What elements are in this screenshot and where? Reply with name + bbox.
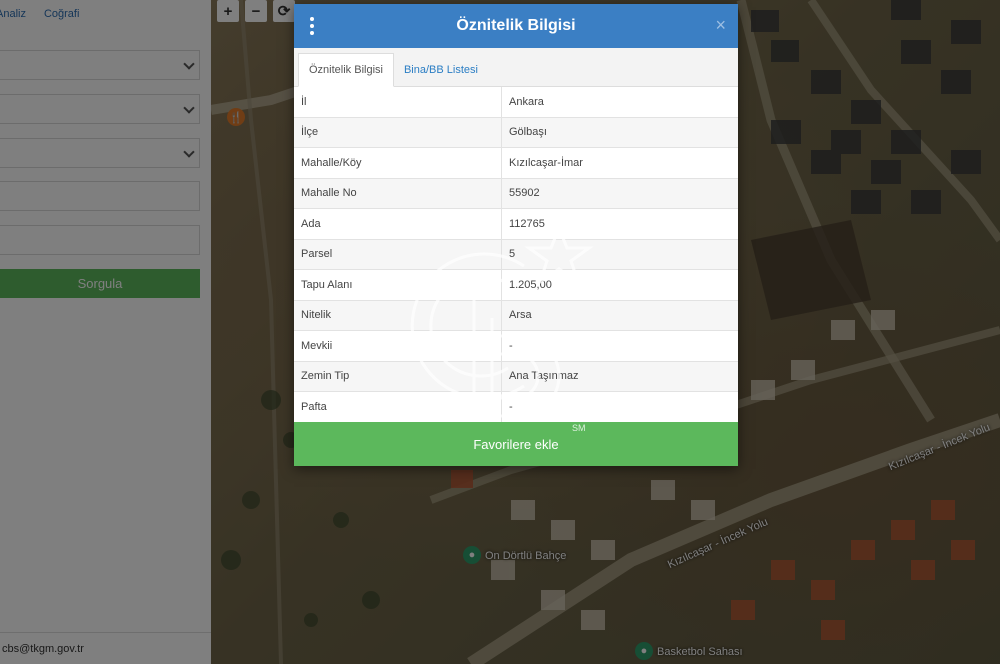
table-row: Parsel 5: [294, 239, 738, 270]
attribute-table: İl Ankara İlçe Gölbaşı Mahalle/Köy Kızılcaşar…: [294, 87, 738, 423]
table-row: Mahalle No 55902: [294, 178, 738, 209]
table-row: İlçe Gölbaşı: [294, 117, 738, 148]
table-row: Zemin Tip Ana Taşınmaz: [294, 361, 738, 392]
attribute-modal: Öznitelik Bilgisi × Öznitelik Bilgisi Bi…: [294, 4, 738, 466]
attribute-value: Arsa: [501, 300, 738, 331]
modal-header: Öznitelik Bilgisi ×: [294, 4, 738, 48]
attribute-key: İlçe: [294, 117, 502, 148]
table-row: Ada 112765: [294, 208, 738, 240]
attribute-value: -: [501, 330, 738, 362]
attribute-value: Ankara: [501, 87, 738, 118]
attribute-value: 55902: [501, 178, 738, 209]
table-row: İl Ankara: [294, 87, 738, 118]
attribute-value: Kızılcaşar-İmar: [501, 147, 738, 179]
table-row: Mevkii -: [294, 330, 738, 362]
attribute-key: Nitelik: [294, 300, 502, 331]
attribute-value: 112765: [501, 208, 738, 240]
close-icon[interactable]: ×: [715, 15, 726, 36]
tab-attribute-info[interactable]: Öznitelik Bilgisi: [298, 53, 394, 87]
table-row: Tapu Alanı 1.205,00: [294, 269, 738, 301]
add-favorite-button[interactable]: Favorilere ekle: [294, 422, 738, 466]
attribute-key: Mahalle No: [294, 178, 502, 209]
attribute-key: Mahalle/Köy: [294, 147, 502, 179]
attribute-value: 1.205,00: [501, 269, 738, 301]
attribute-key: Pafta: [294, 391, 502, 423]
attribute-key: Ada: [294, 208, 502, 240]
attribute-key: Zemin Tip: [294, 361, 502, 392]
attribute-value: Gölbaşı: [501, 117, 738, 148]
kebab-menu-icon[interactable]: [310, 17, 314, 35]
table-row: Mahalle/Köy Kızılcaşar-İmar: [294, 147, 738, 179]
table-row: Pafta -: [294, 391, 738, 423]
attribute-key: İl: [294, 87, 502, 118]
attribute-value: 5: [501, 239, 738, 270]
attribute-key: Tapu Alanı: [294, 269, 502, 301]
attribute-value: -: [501, 391, 738, 423]
table-row: Nitelik Arsa: [294, 300, 738, 331]
modal-title: Öznitelik Bilgisi: [456, 17, 576, 34]
attribute-key: Mevkii: [294, 330, 502, 362]
tab-building-list[interactable]: Bina/BB Listesi: [394, 54, 488, 86]
attribute-value: Ana Taşınmaz: [501, 361, 738, 392]
modal-tabs: Öznitelik Bilgisi Bina/BB Listesi: [294, 48, 738, 87]
attribute-key: Parsel: [294, 239, 502, 270]
